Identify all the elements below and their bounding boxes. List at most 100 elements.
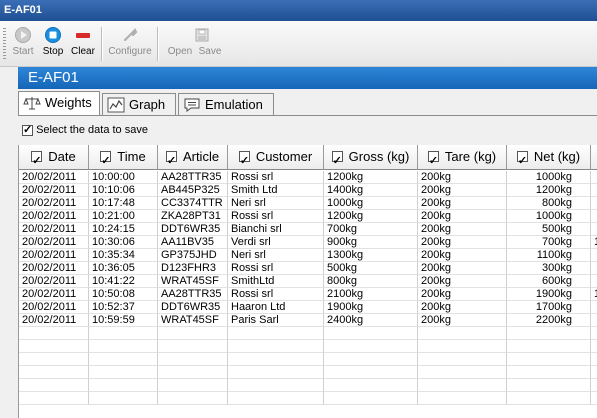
panel-header: E-AF01 — [18, 67, 597, 89]
graph-icon — [107, 97, 125, 113]
table-cell: 200kg — [418, 210, 507, 223]
column-select-checkbox[interactable] — [427, 149, 439, 173]
table-row[interactable]: 20/02/2011 10:50:08 AA28TTR35 Rossi srl 2100… — [19, 288, 597, 301]
table-cell: 200kg — [418, 197, 507, 210]
table-row[interactable]: 20/02/2011 10:00:00 AA28TTR35 Rossi srl 1200… — [19, 171, 597, 184]
empty-cell — [507, 327, 591, 340]
table-cell: 10:41:22 — [89, 275, 158, 288]
empty-cell — [158, 353, 228, 366]
table-cell: 800kg — [507, 197, 591, 210]
table-row[interactable]: 20/02/2011 10:36:05 D123FHR3 Rossi srl 500kg… — [19, 262, 597, 275]
column-header-label: Gross (kg) — [348, 149, 410, 164]
table-row[interactable]: 20/02/2011 10:30:06 AA11BV35 Verdi srl 900kg… — [19, 236, 597, 249]
table-row[interactable]: 20/02/2011 10:17:48 CC3374TTR Neri srl 1000k… — [19, 197, 597, 210]
table-cell: D123FHR3 — [158, 262, 228, 275]
column-select-checkbox[interactable] — [331, 149, 343, 173]
column-select-checkbox[interactable] — [238, 149, 250, 173]
table-row[interactable]: 20/02/2011 10:10:06 AB445P325 Smith Ltd 1400… — [19, 184, 597, 197]
empty-cell — [418, 353, 507, 366]
open-button[interactable]: Open — [166, 24, 194, 64]
table-cell: 20/02/2011 — [19, 197, 89, 210]
table-row[interactable]: 20/02/2011 10:35:34 GP375JHD Neri srl 1300kg… — [19, 249, 597, 262]
save-data-option[interactable]: Select the data to save — [22, 123, 148, 139]
empty-cell — [507, 366, 591, 379]
table-row[interactable]: 20/02/2011 10:24:15 DDT6WR35 Bianchi srl 700… — [19, 223, 597, 236]
empty-cell — [158, 379, 228, 392]
table-cell: 20/02/2011 — [19, 171, 89, 184]
table-cell: 900kg — [324, 236, 418, 249]
table-cell: DDT6WR35 — [158, 223, 228, 236]
column-header[interactable]: Date — [19, 145, 89, 173]
column-header[interactable]: Net (kg) — [507, 145, 591, 173]
empty-cell — [418, 392, 507, 405]
table-cell — [591, 223, 597, 236]
table-cell: 1200kg — [324, 171, 418, 184]
column-select-checkbox[interactable] — [516, 149, 528, 173]
table-cell: 700kg — [507, 236, 591, 249]
table-cell — [591, 314, 597, 327]
app-window: E-AF01 Start Stop Clear Configure Open S… — [0, 0, 597, 418]
tab-emulation[interactable]: Emulation — [178, 93, 274, 115]
tab-graph[interactable]: Graph — [102, 93, 176, 115]
table-cell: 2200kg — [507, 314, 591, 327]
toolbar-separator — [101, 27, 103, 61]
empty-cell — [591, 327, 597, 340]
stop-icon — [45, 27, 61, 43]
table-cell: 200kg — [418, 275, 507, 288]
column-header[interactable]: Gross (kg) — [324, 145, 418, 173]
empty-cell — [19, 379, 89, 392]
empty-cell — [89, 366, 158, 379]
column-select-checkbox[interactable] — [100, 149, 112, 173]
toolbar-grip[interactable] — [3, 28, 6, 60]
table-row[interactable]: 20/02/2011 10:59:59 WRAT45SF Paris Sarl 2400… — [19, 314, 597, 327]
save-data-checkbox[interactable] — [22, 123, 33, 137]
table-cell: 200kg — [418, 288, 507, 301]
table-cell: 20/02/2011 — [19, 249, 89, 262]
empty-cell — [228, 353, 324, 366]
table-row[interactable]: 20/02/2011 10:41:22 WRAT45SF SmithLtd 800kg 2… — [19, 275, 597, 288]
table-cell: SmithLtd — [228, 275, 324, 288]
save-button[interactable]: Save — [195, 24, 225, 64]
table-cell: 200kg — [418, 223, 507, 236]
column-header[interactable]: Customer — [228, 145, 324, 173]
table-cell — [591, 171, 597, 184]
configure-button[interactable]: Configure — [106, 24, 154, 64]
empty-cell — [324, 353, 418, 366]
column-header-overflow[interactable] — [591, 145, 597, 169]
table-cell: 1000kg — [324, 197, 418, 210]
empty-cell — [591, 366, 597, 379]
clear-button[interactable]: Clear — [68, 24, 98, 64]
empty-cell — [418, 379, 507, 392]
stop-button[interactable]: Stop — [40, 24, 66, 64]
empty-cell — [89, 353, 158, 366]
empty-row — [19, 327, 597, 340]
column-header[interactable]: Tare (kg) — [418, 145, 507, 173]
empty-cell — [418, 340, 507, 353]
empty-cell — [324, 327, 418, 340]
column-select-checkbox[interactable] — [31, 149, 43, 173]
empty-cell — [507, 392, 591, 405]
start-button[interactable]: Start — [8, 24, 38, 64]
table-cell: 20/02/2011 — [19, 210, 89, 223]
table-cell: 200kg — [418, 236, 507, 249]
table-row[interactable]: 20/02/2011 10:21:00 ZKA28PT31 Rossi srl 1200… — [19, 210, 597, 223]
table-cell: 800kg — [324, 275, 418, 288]
table-cell: 10:21:00 — [89, 210, 158, 223]
empty-row — [19, 353, 597, 366]
table-cell: 200kg — [418, 314, 507, 327]
tab-weights[interactable]: Weights — [18, 91, 100, 116]
column-select-checkbox[interactable] — [165, 149, 177, 173]
wrench-icon — [123, 28, 138, 42]
column-header-label: Net (kg) — [533, 149, 581, 164]
table-cell: 10:59:59 — [89, 314, 158, 327]
empty-cell — [228, 366, 324, 379]
empty-cell — [19, 327, 89, 340]
table-cell: Neri srl — [228, 197, 324, 210]
scale-icon — [23, 97, 41, 110]
table-cell: 10:36:05 — [89, 262, 158, 275]
empty-cell — [89, 340, 158, 353]
column-header[interactable]: Time — [89, 145, 158, 173]
column-header[interactable]: Article — [158, 145, 228, 173]
table-row[interactable]: 20/02/2011 10:52:37 DDT6WR35 Haaron Ltd 1900… — [19, 301, 597, 314]
table-cell: Smith Ltd — [228, 184, 324, 197]
